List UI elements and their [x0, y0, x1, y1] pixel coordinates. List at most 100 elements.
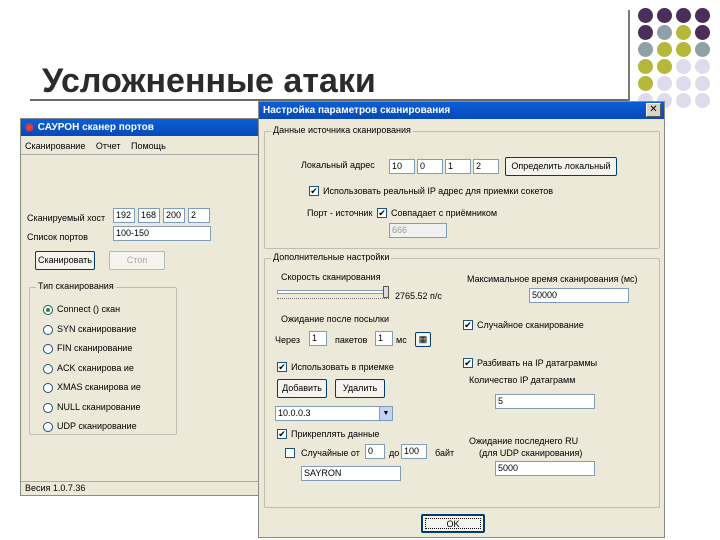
decorative-dot: [695, 93, 710, 108]
bytes-label: байт: [435, 448, 455, 458]
source-group-label: Данные источника сканирования: [271, 125, 413, 135]
decorative-dot: [638, 76, 653, 91]
scan-type-label: XMAS сканирова ие: [57, 382, 141, 392]
use-in-receive-checkbox[interactable]: ✔: [277, 362, 287, 372]
scanner-titlebar: ◉ САУРОН сканер портов: [21, 119, 259, 136]
address-select[interactable]: 10.0.0.3 ▼: [275, 406, 393, 421]
scan-type-radio[interactable]: [43, 383, 53, 393]
random-data-checkbox[interactable]: [285, 448, 295, 458]
dialog-title: Настройка параметров сканирования: [263, 105, 451, 116]
wait-last-input[interactable]: 5000: [495, 461, 595, 476]
waiting-label: Ожидание после посылки: [281, 314, 390, 324]
calculator-button[interactable]: ▦: [415, 332, 431, 347]
port-list-label: Список портов: [27, 232, 88, 242]
local-address-label: Локальный адрес: [301, 160, 375, 170]
every-label: Через: [275, 335, 300, 345]
ok-button[interactable]: OK: [421, 514, 485, 533]
udp-note-label: (для UDP сканирования): [479, 448, 583, 458]
settings-dialog: Настройка параметров сканирования ✕ Данн…: [258, 101, 665, 538]
ms-input[interactable]: 1: [375, 331, 393, 346]
local-ip-octet-2[interactable]: 0: [417, 159, 443, 174]
decorative-dot: [657, 76, 672, 91]
scan-type-label: NULL сканирование: [57, 401, 141, 412]
decorative-dot: [676, 42, 691, 57]
use-in-receive-label: Использовать в приемке: [291, 362, 394, 372]
use-real-ip-label: Использовать реальный IP адрес для прием…: [323, 186, 554, 196]
delete-button[interactable]: Удалить: [335, 379, 385, 398]
scan-type-radio[interactable]: [43, 422, 53, 432]
add-button[interactable]: Добавить: [277, 379, 327, 398]
menu-item-report[interactable]: Отчет: [96, 141, 121, 151]
to-input[interactable]: 100: [401, 444, 427, 459]
detect-local-button[interactable]: Определить локальный: [505, 157, 617, 176]
status-bar: Весия 1.0.7.36: [21, 481, 259, 495]
scan-type-radio[interactable]: [43, 402, 53, 413]
scan-type-label: SYN сканирование: [57, 323, 137, 334]
scan-type-radio[interactable]: [43, 344, 53, 354]
scan-type-radio[interactable]: [43, 363, 53, 374]
decorative-dot: [657, 8, 672, 23]
scan-speed-slider[interactable]: [277, 290, 389, 294]
ip-count-label: Количество IP датаграмм: [469, 375, 576, 385]
split-ip-checkbox[interactable]: ✔: [463, 358, 473, 368]
scanned-host-label: Сканируемый хост: [27, 213, 106, 223]
menu-item-scan[interactable]: Сканирование: [25, 141, 85, 151]
decorative-dot: [638, 25, 653, 40]
scan-button[interactable]: Сканировать: [35, 251, 95, 270]
from-input[interactable]: 0: [365, 444, 385, 459]
menu-bar: Сканирование Отчет Помощь: [25, 141, 166, 151]
scanner-title: САУРОН сканер портов: [37, 122, 154, 133]
scan-speed-ticks: [277, 298, 389, 300]
scan-speed-value: 2765.52 п/с: [395, 291, 442, 301]
local-ip-octet-4[interactable]: 2: [473, 159, 499, 174]
decorative-dot: [695, 25, 710, 40]
host-ip-octet-3[interactable]: 200: [163, 208, 185, 223]
host-ip-octet-1[interactable]: 192: [113, 208, 135, 223]
random-scan-label: Случайное сканирование: [477, 320, 584, 330]
decorative-dot: [676, 59, 691, 74]
menu-item-help[interactable]: Помощь: [131, 141, 166, 151]
chevron-down-icon[interactable]: ▼: [379, 407, 392, 420]
decorative-dot: [695, 8, 710, 23]
split-ip-label: Разбивать на IP датаграммы: [477, 358, 598, 368]
source-port-input[interactable]: 666: [389, 223, 447, 238]
scan-type-radio[interactable]: [43, 305, 53, 315]
ms-label: мс: [396, 335, 407, 345]
port-list-input[interactable]: 100-150: [113, 226, 211, 241]
max-time-label: Максимальное время сканирования (мс): [467, 274, 638, 284]
random-scan-checkbox[interactable]: ✔: [463, 320, 473, 330]
decorative-dot: [695, 59, 710, 74]
host-ip-octet-4[interactable]: 2: [188, 208, 210, 223]
stop-button[interactable]: Стоп: [109, 251, 165, 270]
close-button[interactable]: ✕: [646, 103, 661, 117]
decorative-dot: [695, 76, 710, 91]
scan-type-label: Connect () скан: [57, 304, 121, 314]
decorative-dot: [638, 59, 653, 74]
decorative-dot: [676, 76, 691, 91]
slide-title: Усложненные атаки: [42, 62, 376, 100]
scan-type-label: FIN сканирование: [57, 343, 133, 353]
use-real-ip-checkbox[interactable]: ✔: [309, 186, 319, 196]
decorative-dot: [676, 25, 691, 40]
wait-last-label: Ожидание последнего RU: [469, 436, 579, 446]
extra-settings-group-label: Дополнительные настройки: [271, 252, 392, 262]
max-time-input[interactable]: 50000: [529, 288, 629, 303]
data-input[interactable]: SAYRON: [301, 466, 401, 481]
scan-type-label: UDP сканирование: [57, 421, 137, 431]
packets-input[interactable]: 1: [309, 331, 327, 346]
local-ip-octet-1[interactable]: 10: [389, 159, 415, 174]
host-ip-octet-2[interactable]: 168: [138, 208, 160, 223]
scan-speed-slider-thumb[interactable]: [382, 286, 389, 298]
decorative-dot: [638, 42, 653, 57]
menu-divider: [21, 154, 259, 155]
same-as-receiver-checkbox[interactable]: ✔: [377, 208, 387, 218]
decorative-dot: [695, 42, 710, 57]
ip-count-input[interactable]: 5: [495, 394, 595, 409]
decorative-dot: [638, 8, 653, 23]
scan-type-radio[interactable]: [43, 324, 53, 335]
decorative-dot: [657, 25, 672, 40]
decorative-dot: [676, 8, 691, 23]
attach-data-checkbox[interactable]: ✔: [277, 429, 287, 439]
packets-label: пакетов: [335, 335, 368, 345]
local-ip-octet-3[interactable]: 1: [445, 159, 471, 174]
